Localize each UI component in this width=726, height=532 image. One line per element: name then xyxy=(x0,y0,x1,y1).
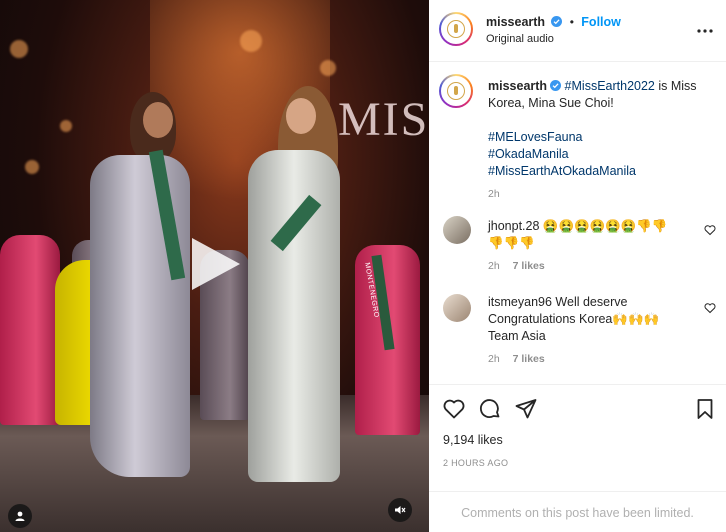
comment-likes[interactable]: 7 likes xyxy=(513,353,545,365)
comment-age: 2h xyxy=(488,353,500,365)
comment-bubble-icon[interactable] xyxy=(478,397,502,421)
caption-age: 2h xyxy=(488,188,500,200)
avatar[interactable] xyxy=(439,12,473,46)
hashtag-link[interactable]: #MELovesFauna xyxy=(488,129,713,146)
like-heart-icon[interactable] xyxy=(442,397,466,421)
bokeh-light xyxy=(25,160,39,174)
audio-toggle-button[interactable] xyxy=(388,498,412,522)
separator-dot: • xyxy=(569,15,574,29)
hashtag-link[interactable]: #MissEarthAtOkadaManila xyxy=(488,163,713,180)
comment-emoji-line: 🤮🤮🤮🤮🤮🤮👎👎 xyxy=(542,219,668,233)
stage-backdrop-text: MISS xyxy=(338,93,429,146)
missearth-logo-icon xyxy=(447,20,465,38)
comment-username[interactable]: itsmeyan96 xyxy=(488,295,552,309)
missearth-logo-icon xyxy=(447,82,465,100)
avatar[interactable] xyxy=(443,294,471,322)
contestant-head xyxy=(143,102,173,138)
comment-text: Well deserve xyxy=(555,295,628,309)
muted-speaker-icon xyxy=(395,506,406,514)
play-button[interactable] xyxy=(186,236,242,292)
post-actions: 9,194 likes 2 HOURS AGO Comments on this… xyxy=(429,384,726,532)
comment-text: Congratulations Korea🙌🙌🙌 xyxy=(488,312,660,326)
contestant-background xyxy=(0,235,60,425)
avatar[interactable] xyxy=(443,216,471,244)
comments-limited-notice: Comments on this post have been limited. xyxy=(429,491,726,532)
post-details-panel: missearth • Follow Original audio missea… xyxy=(429,0,726,532)
bokeh-light xyxy=(10,40,28,58)
save-bookmark-icon[interactable] xyxy=(693,397,717,421)
contestant-silver-gown xyxy=(90,155,190,477)
bokeh-light xyxy=(320,60,336,76)
share-paper-plane-icon[interactable] xyxy=(514,397,538,421)
like-comment-heart-icon[interactable] xyxy=(704,224,716,236)
video-player[interactable]: MISS MONTENEGRO xyxy=(0,0,429,532)
user-tags-button[interactable] xyxy=(8,504,32,528)
comment-username[interactable]: jhonpt.28 xyxy=(488,219,539,233)
hashtag-link[interactable]: #MissEarth2022 xyxy=(565,79,655,93)
like-comment-heart-icon[interactable] xyxy=(704,302,716,314)
post-header: missearth • Follow Original audio xyxy=(429,0,726,62)
comment-emoji-line: 👎👎👎 xyxy=(488,236,535,250)
verified-badge-icon xyxy=(551,16,563,27)
follow-button[interactable]: Follow xyxy=(581,15,621,29)
hashtag-link[interactable]: #OkadaManila xyxy=(488,146,713,163)
contestant-head xyxy=(286,98,316,134)
contestant-white-gown xyxy=(248,150,340,482)
bokeh-light xyxy=(60,120,72,132)
comments-list: missearth #MissEarth2022 is Miss Korea, … xyxy=(429,62,726,384)
caption-username[interactable]: missearth xyxy=(488,79,547,93)
avatar[interactable] xyxy=(439,74,473,108)
comment-text: Team Asia xyxy=(488,329,546,343)
more-options-icon[interactable] xyxy=(696,24,714,38)
audio-link[interactable]: Original audio xyxy=(486,33,554,45)
like-count[interactable]: 9,194 likes xyxy=(443,433,503,447)
verified-badge-icon xyxy=(550,80,562,91)
header-username[interactable]: missearth xyxy=(486,15,545,29)
bokeh-light xyxy=(240,30,262,52)
post-timestamp: 2 HOURS AGO xyxy=(443,458,509,468)
user-icon xyxy=(15,511,25,521)
comment-likes[interactable]: 7 likes xyxy=(513,260,545,272)
play-icon xyxy=(192,238,240,290)
comment-age: 2h xyxy=(488,260,500,272)
